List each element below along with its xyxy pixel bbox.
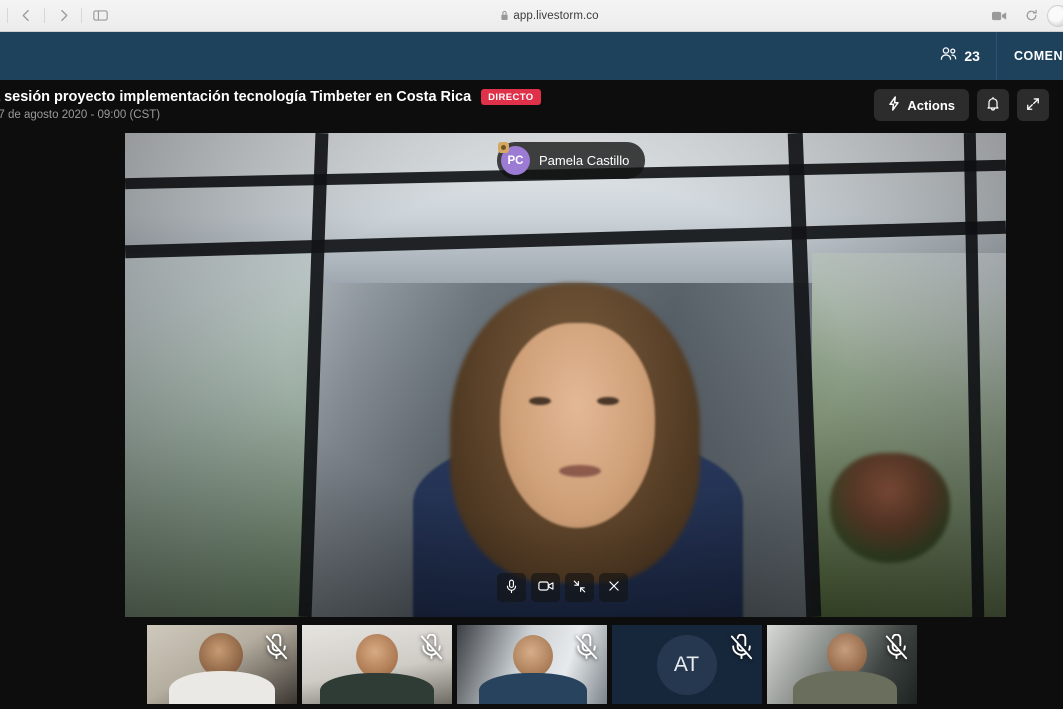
- chrome-divider: [7, 8, 8, 23]
- participant-thumbnail-strip: AT: [0, 620, 1063, 709]
- thumbnail-person-torso: [478, 673, 587, 704]
- minimize-button[interactable]: [565, 573, 594, 602]
- participant-thumbnail[interactable]: AT: [611, 625, 762, 704]
- speaker-name: Pamela Castillo: [539, 153, 630, 168]
- fullscreen-button[interactable]: [1017, 89, 1049, 121]
- video-vignette: [125, 133, 1006, 617]
- session-date: 27 de agosto 2020 - 09:00 (CST): [0, 109, 161, 121]
- participant-thumbnail[interactable]: [766, 625, 917, 704]
- thumbnail-person-torso: [792, 671, 897, 704]
- thumbnail-person-torso: [168, 671, 275, 704]
- microphone-button[interactable]: [497, 573, 526, 602]
- microphone-muted-icon: [884, 633, 909, 666]
- minimize-arrows-icon: [573, 580, 586, 596]
- participant-thumbnail[interactable]: [456, 625, 607, 704]
- sidebar-toggle-icon[interactable]: [87, 4, 113, 28]
- thumbnail-person-torso: [319, 673, 434, 704]
- expand-icon: [1026, 97, 1040, 114]
- participant-thumbnail[interactable]: [146, 625, 297, 704]
- actions-button[interactable]: Actions: [874, 89, 969, 121]
- camera-button[interactable]: [531, 573, 560, 602]
- close-button[interactable]: [599, 573, 628, 602]
- reload-icon[interactable]: [1018, 4, 1044, 28]
- video-stage: PC Pamela Castillo: [0, 130, 1063, 620]
- forward-arrow-icon[interactable]: [50, 4, 76, 28]
- avatar-initials: PC: [507, 154, 524, 167]
- thumbnail-person-head: [512, 635, 553, 677]
- microphone-icon: [505, 579, 518, 597]
- back-arrow-icon[interactable]: [13, 4, 39, 28]
- notifications-button[interactable]: [977, 89, 1009, 121]
- profile-avatar-icon[interactable]: [1047, 5, 1063, 27]
- microphone-muted-icon: [729, 633, 754, 666]
- microphone-muted-icon: [419, 633, 444, 666]
- participant-thumbnail[interactable]: [301, 625, 452, 704]
- close-x-icon: [608, 580, 620, 595]
- people-icon: [940, 46, 957, 66]
- app-topbar: 23 COMEN: [0, 32, 1063, 80]
- attendees-count: 23: [964, 48, 980, 64]
- actions-button-label: Actions: [907, 97, 955, 113]
- session-title-row: a sesión proyecto implementación tecnolo…: [0, 89, 541, 105]
- avatar: AT: [656, 634, 717, 695]
- thumbnail-person-head: [355, 634, 398, 678]
- avatar-initials: AT: [673, 652, 700, 676]
- camera-icon[interactable]: [986, 4, 1012, 28]
- avatar: PC: [498, 142, 530, 175]
- header-actions: Actions: [874, 89, 1063, 121]
- page-title: a sesión proyecto implementación tecnolo…: [0, 89, 472, 105]
- main-video-tile[interactable]: PC Pamela Castillo: [125, 133, 1006, 617]
- microphone-muted-icon: [574, 633, 599, 666]
- lightning-bolt-icon: [888, 96, 900, 114]
- bell-icon: [986, 96, 1000, 114]
- lock-icon: [500, 10, 509, 21]
- camera-icon: [537, 580, 554, 595]
- session-info: a sesión proyecto implementación tecnolo…: [0, 89, 541, 121]
- chrome-divider: [81, 8, 82, 23]
- url-text: app.livestorm.co: [513, 9, 599, 22]
- chrome-divider: [44, 8, 45, 23]
- host-star-icon: [498, 142, 509, 153]
- video-controls: [497, 573, 628, 602]
- speaker-name-plate: PC Pamela Castillo: [497, 142, 646, 179]
- browser-nav-controls: [0, 4, 113, 28]
- url-pill[interactable]: app.livestorm.co: [490, 8, 608, 24]
- tab-comments[interactable]: COMEN: [997, 49, 1063, 63]
- browser-chrome: app.livestorm.co: [0, 0, 1063, 32]
- status-badge: DIRECTO: [481, 89, 541, 105]
- attendees-counter[interactable]: 23: [940, 46, 996, 66]
- microphone-muted-icon: [264, 633, 289, 666]
- session-header: a sesión proyecto implementación tecnolo…: [0, 80, 1063, 130]
- thumbnail-person-head: [826, 633, 867, 675]
- address-bar[interactable]: app.livestorm.co: [113, 5, 986, 27]
